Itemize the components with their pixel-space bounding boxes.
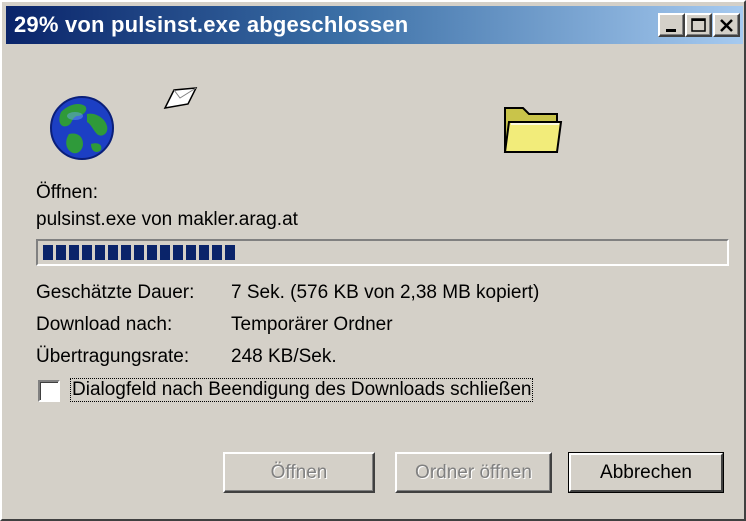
window-title: 29% von pulsinst.exe abgeschlossen [14,12,409,37]
maximize-icon [691,18,706,32]
file-info: pulsinst.exe von makler.arag.at [36,209,298,230]
close-button[interactable] [713,13,740,37]
progress-block [199,245,209,260]
open-button-label: Öffnen [270,462,328,483]
folder-icon [503,107,563,153]
open-folder-button-label: Ordner öffnen [415,462,532,483]
progress-block [147,245,157,260]
transfer-rate-value: 248 KB/Sek. [231,346,337,367]
title-bar[interactable]: 29% von pulsinst.exe abgeschlossen [6,6,743,44]
minimize-button[interactable] [658,13,685,37]
progress-fill [43,245,235,260]
download-to-value: Temporärer Ordner [231,314,393,335]
action-label: Öffnen: [36,182,98,203]
cancel-button-label: Abbrechen [600,462,692,483]
progress-block [173,245,183,260]
progress-block [69,245,79,260]
open-button[interactable]: Öffnen [223,452,375,493]
maximize-button[interactable] [685,13,712,37]
progress-block [43,245,53,260]
progress-block [212,245,222,260]
minimize-icon [666,29,676,32]
globe-icon [50,96,114,160]
close-on-complete-label[interactable]: Dialogfeld nach Beendigung des Downloads… [69,378,534,402]
progress-block [160,245,170,260]
close-on-complete-checkbox[interactable] [38,380,60,402]
progress-block [56,245,66,260]
close-icon [720,19,733,32]
estimated-time-value: 7 Sek. (576 KB von 2,38 MB kopiert) [231,282,540,303]
estimated-time-label: Geschätzte Dauer: [36,282,195,303]
progress-block [121,245,131,260]
progress-block [134,245,144,260]
progress-block [108,245,118,260]
download-progress-bar [36,239,729,266]
open-folder-button[interactable]: Ordner öffnen [395,452,552,493]
download-dialog: 29% von pulsinst.exe abgeschlossen Öffne… [0,0,746,521]
progress-block [82,245,92,260]
flying-document-icon [163,87,198,109]
cancel-button[interactable]: Abbrechen [568,452,724,493]
transfer-rate-label: Übertragungsrate: [36,346,190,367]
progress-block [225,245,235,260]
download-to-label: Download nach: [36,314,173,335]
progress-block [186,245,196,260]
progress-block [95,245,105,260]
